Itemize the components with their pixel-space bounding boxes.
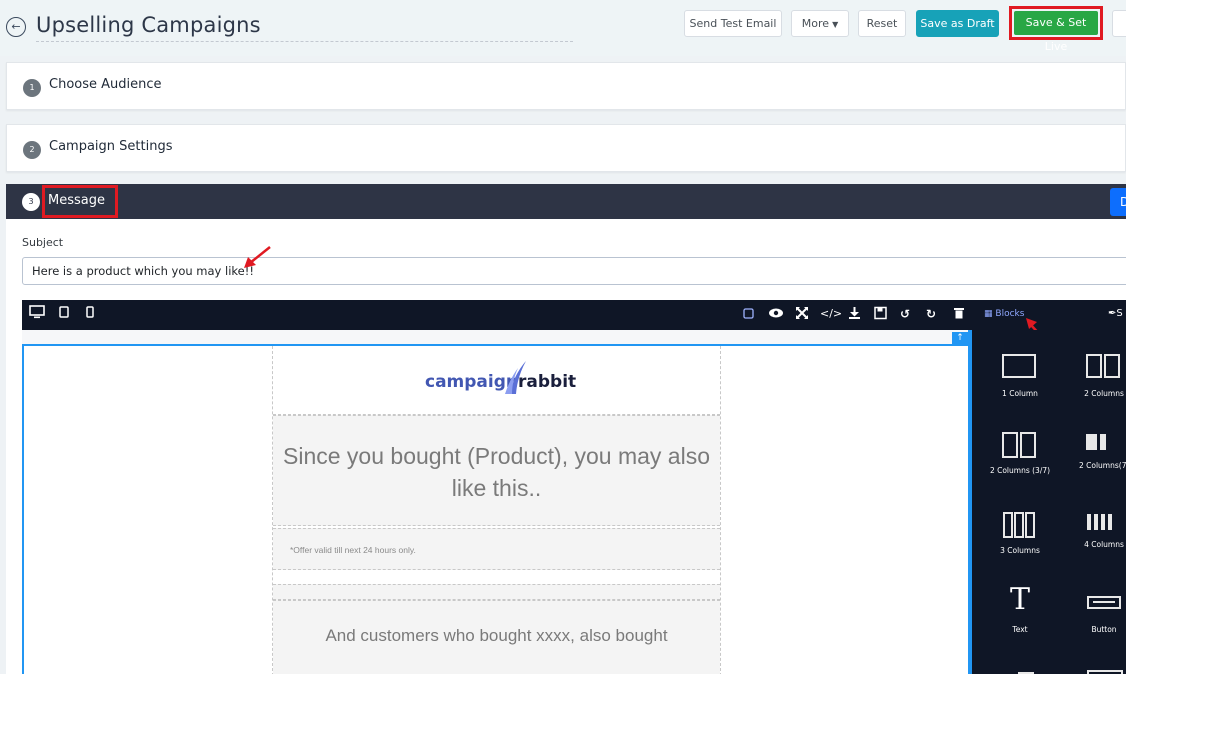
cancel-button[interactable] xyxy=(1112,10,1126,37)
partial-block-icon xyxy=(1087,670,1123,674)
email-heading: Since you bought (Product), you may also… xyxy=(283,443,711,501)
save-and-set-live-button[interactable]: Save & Set Live xyxy=(1014,11,1098,53)
app-frame: ← Upselling Campaigns Send Test Email Mo… xyxy=(0,0,1126,674)
block-2-columns-7-3[interactable]: 2 Columns(7/ xyxy=(1064,420,1126,496)
subject-label: Subject xyxy=(22,236,64,249)
tablet-view-icon[interactable] xyxy=(58,306,70,323)
send-test-email-button[interactable]: Send Test Email xyxy=(684,10,782,37)
style-tab-label: S xyxy=(1116,308,1123,319)
four-columns-icon xyxy=(1087,514,1091,530)
select-parent-arrow-icon[interactable]: ↑ xyxy=(952,332,968,345)
more-dropdown-button[interactable]: More ▼ xyxy=(791,10,849,37)
save-as-draft-button[interactable]: Save as Draft xyxy=(916,10,999,37)
blocks-tab-label: Blocks xyxy=(995,309,1025,319)
also-bought-text: And customers who bought xxxx, also boug… xyxy=(325,626,668,645)
step-number: 1 xyxy=(23,79,41,97)
reset-button[interactable]: Reset xyxy=(858,10,906,37)
desktop-view-icon[interactable] xyxy=(29,305,45,323)
mobile-view-icon[interactable] xyxy=(85,306,95,323)
annotation-arrow-icon xyxy=(244,246,271,268)
done-button[interactable]: Do xyxy=(1110,188,1126,216)
title-underline xyxy=(36,41,573,42)
caret-down-icon: ▼ xyxy=(832,20,839,29)
logo-section[interactable]: campaignrabbit xyxy=(273,346,720,415)
save-live-highlight: Save & Set Live xyxy=(1009,6,1103,53)
spacer-section[interactable] xyxy=(273,584,720,600)
rabbit-ears-logo-icon xyxy=(505,361,526,394)
two-columns-icon xyxy=(1086,354,1102,378)
step-label: Message xyxy=(48,193,105,208)
subject-input[interactable] xyxy=(22,257,1126,285)
two-columns-7-3-icon xyxy=(1086,434,1097,450)
step-label: Campaign Settings xyxy=(49,139,173,154)
campaign-rabbit-logo: campaignrabbit xyxy=(425,372,577,392)
blocks-panel: 1 Column 2 Columns 2 Columns (3/7) 2 Col… xyxy=(972,330,1126,674)
step-campaign-settings[interactable]: 2 Campaign Settings xyxy=(6,124,1126,172)
partial-block-icon xyxy=(1018,672,1034,674)
editor-toolbar: </> ↺ ↻ ▦ Blocks ✒S xyxy=(22,300,1126,330)
more-label: More xyxy=(801,17,830,30)
step-label: Choose Audience xyxy=(49,77,162,92)
also-bought-section[interactable]: And customers who bought xxxx, also boug… xyxy=(273,600,720,674)
selection-left-border xyxy=(22,344,24,674)
step-number: 3 xyxy=(22,193,40,211)
blocks-tab[interactable]: ▦ Blocks xyxy=(984,309,1024,319)
email-template: campaignrabbit Since you bought (Product… xyxy=(272,346,721,674)
block-button[interactable]: Button xyxy=(1064,578,1126,654)
style-manager-tab[interactable]: ✒S xyxy=(1108,308,1123,319)
block-1-column[interactable]: 1 Column xyxy=(980,344,1060,420)
export-download-icon[interactable] xyxy=(848,306,861,324)
preview-eye-icon[interactable] xyxy=(768,306,784,324)
offer-note: *Offer valid till next 24 hours only. xyxy=(290,545,416,555)
two-columns-3-7-icon xyxy=(1002,432,1018,458)
block-2-columns[interactable]: 2 Columns xyxy=(1064,344,1126,420)
blocks-grid-icon: ▦ xyxy=(984,309,993,319)
code-view-icon[interactable]: </> xyxy=(820,306,842,322)
redo-icon[interactable]: ↻ xyxy=(926,306,936,322)
undo-icon[interactable]: ↺ xyxy=(900,306,910,322)
offer-section[interactable]: *Offer valid till next 24 hours only. xyxy=(273,528,720,570)
text-t-icon: T xyxy=(1009,582,1030,617)
block-2-columns-3-7[interactable]: 2 Columns (3/7) xyxy=(980,420,1060,496)
block-3-columns[interactable]: 3 Columns xyxy=(980,498,1060,574)
back-arrow-icon[interactable]: ← xyxy=(6,17,26,37)
email-canvas[interactable]: ↑ campaignrabbit Since you bought (Produ… xyxy=(22,330,970,674)
outline-toggle-icon[interactable] xyxy=(743,306,755,324)
step-number: 2 xyxy=(23,141,41,159)
page-header: ← Upselling Campaigns Send Test Email Mo… xyxy=(0,0,1126,56)
one-column-icon xyxy=(1002,354,1036,378)
page-title: Upselling Campaigns xyxy=(36,13,261,37)
save-disk-icon[interactable] xyxy=(874,306,887,324)
trash-icon[interactable] xyxy=(953,306,965,324)
heading-section[interactable]: Since you bought (Product), you may also… xyxy=(273,415,720,526)
step-choose-audience[interactable]: 1 Choose Audience xyxy=(6,62,1126,110)
step-message[interactable]: 3 Message Do xyxy=(6,184,1126,219)
block-text[interactable]: T Text xyxy=(980,578,1060,654)
block-4-columns[interactable]: 4 Columns xyxy=(1064,498,1126,574)
fullscreen-icon[interactable] xyxy=(795,306,809,324)
three-columns-icon xyxy=(1003,512,1013,538)
